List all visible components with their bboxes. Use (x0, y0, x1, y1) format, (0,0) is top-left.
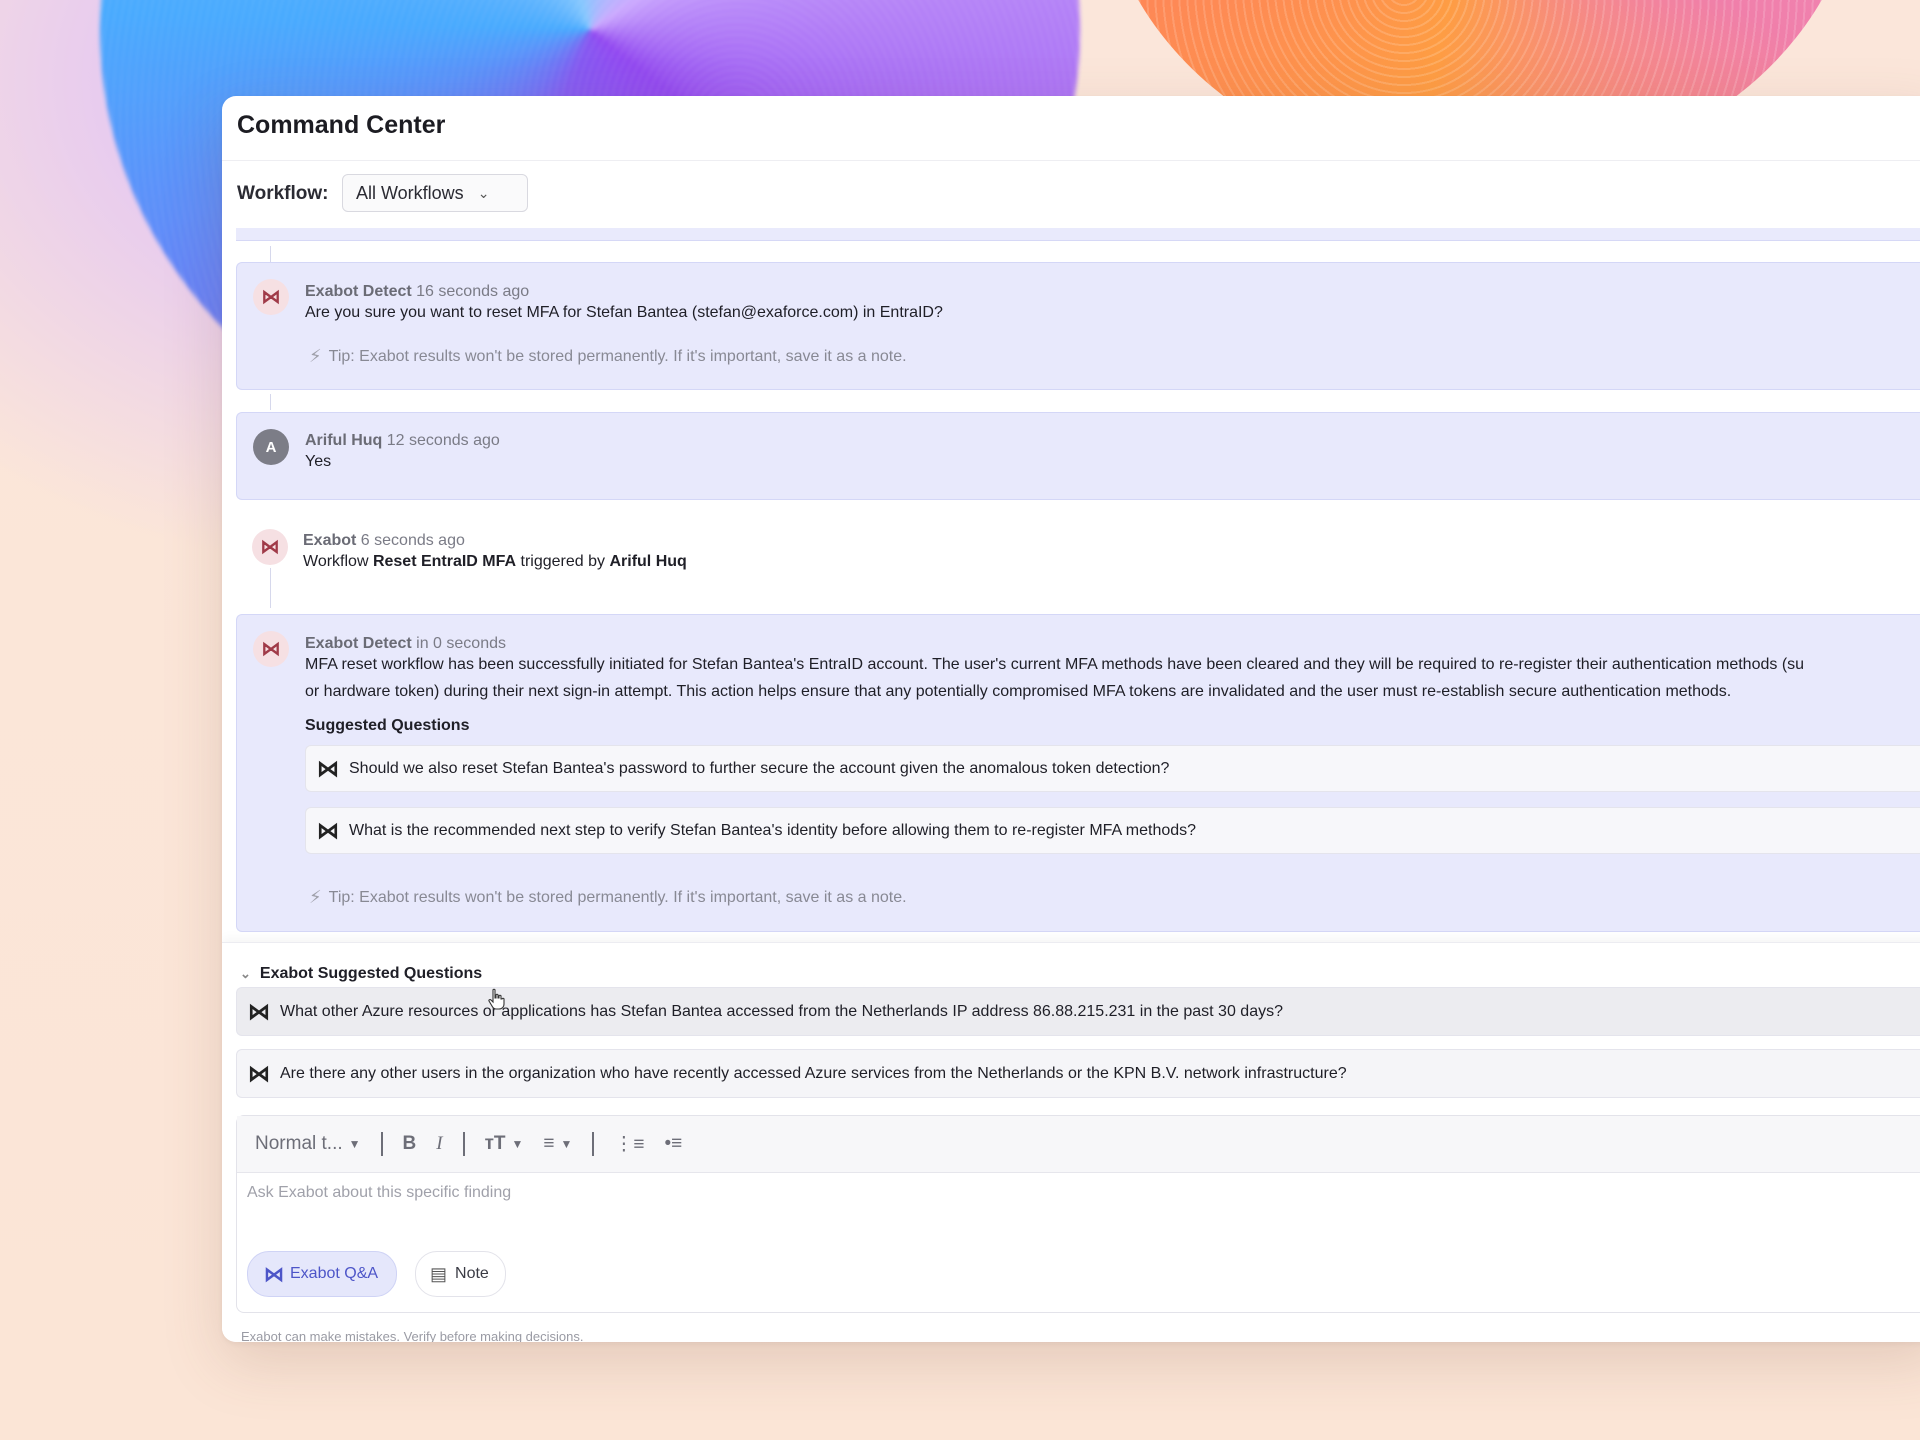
bullet-list-button[interactable]: •≡ (664, 1133, 682, 1155)
tip-text: Tip: Exabot results won't be stored perm… (328, 347, 907, 365)
disclaimer-text: Exabot can make mistakes. Verify before … (241, 1329, 584, 1342)
exabot-avatar-icon: ⋈ (252, 529, 288, 565)
italic-button[interactable]: I (436, 1133, 442, 1155)
exabot-bowtie-icon: ⋈ (317, 817, 339, 843)
toolbar-divider (462, 1132, 465, 1156)
suggested-questions-heading: Exabot Suggested Questions (259, 965, 483, 982)
suggested-question-text: Should we also reset Stefan Bantea's pas… (349, 759, 1170, 777)
exabot-avatar-icon: ⋈ (253, 631, 289, 667)
suggested-questions-title: Suggested Questions (305, 717, 470, 734)
exabot-bowtie-icon: ⋈ (248, 1060, 270, 1086)
toolbar-divider (380, 1132, 383, 1156)
exabot-avatar-icon: ⋈ (253, 279, 289, 315)
message-author: Exabot (303, 532, 357, 549)
message-time: 12 seconds ago (386, 432, 500, 449)
toolbar-divider (592, 1132, 595, 1156)
page-title: Command Center (237, 111, 446, 139)
previous-message-edge (236, 228, 1920, 241)
message-text: Yes (305, 453, 332, 470)
message-line-2: or hardware token) during their next sig… (305, 683, 1732, 700)
message-exabot-workflow: ⋈ Exabot 6 seconds ago Workflow Reset En… (236, 514, 1920, 594)
message-time: 6 seconds ago (360, 532, 465, 549)
message-text: Are you sure you want to reset MFA for S… (305, 304, 943, 321)
message-time: 16 seconds ago (416, 283, 530, 300)
text-style-value: Normal t... (255, 1133, 343, 1154)
exabot-bowtie-icon: ⋈ (317, 755, 339, 781)
message-time: in 0 seconds (416, 635, 506, 652)
suggestion-item[interactable]: ⋈ Are there any other users in the organ… (236, 1049, 1920, 1098)
text-size-button[interactable]: тT ▼ (485, 1133, 524, 1155)
caret-down-icon: ▼ (348, 1137, 361, 1151)
lightning-bolt-icon: ⚡︎ (309, 346, 322, 366)
message-author: Ariful Huq (305, 432, 383, 449)
align-button[interactable]: ≡ ▼ (543, 1133, 572, 1155)
message-exabot-detect-confirm: ⋈ Exabot Detect 16 seconds ago Are you s… (236, 262, 1920, 390)
message-user-reply: A Ariful Huq 12 seconds ago Yes (236, 412, 1920, 500)
exabot-bowtie-icon: ⋈ (248, 998, 270, 1024)
tip-text: Tip: Exabot results won't be stored perm… (328, 888, 907, 906)
workflow-label: Workflow: (237, 183, 329, 204)
note-button[interactable]: ▤ Note (415, 1251, 506, 1297)
workflow-name: Reset EntraID MFA (372, 553, 517, 570)
exabot-qa-label: Exabot Q&A (290, 1265, 379, 1282)
message-tip: ⚡︎ Tip: Exabot results won't be stored p… (309, 346, 907, 367)
bullet-list-icon: •≡ (664, 1133, 683, 1154)
lightning-bolt-icon: ⚡︎ (309, 887, 322, 907)
suggested-question-text: What is the recommended next step to ver… (349, 821, 1197, 839)
chevron-down-icon: ⌄ (240, 966, 251, 981)
text-prefix: Workflow (303, 553, 373, 570)
exabot-qa-button[interactable]: ⋈ Exabot Q&A (247, 1251, 398, 1297)
editor-toolbar: Normal t... ▼ B I тT ▼ ≡ ▼ ⋮≡ •≡ (237, 1116, 1920, 1173)
message-tip: ⚡︎ Tip: Exabot results won't be stored p… (309, 887, 907, 908)
bold-button[interactable]: B (403, 1133, 417, 1155)
caret-down-icon: ▼ (560, 1137, 573, 1151)
editor-input[interactable]: Ask Exabot about this specific finding (247, 1184, 511, 1202)
caret-down-icon: ▼ (511, 1137, 524, 1151)
text-style-select[interactable]: Normal t... ▼ (255, 1133, 361, 1155)
thread-line (270, 246, 271, 262)
suggested-question[interactable]: ⋈ What is the recommended next step to v… (305, 807, 1920, 854)
message-line-1: MFA reset workflow has been successfully… (305, 656, 1805, 673)
exabot-bowtie-icon: ⋈ (264, 1263, 284, 1286)
hand-cursor-icon (488, 988, 505, 1010)
trigger-user: Ariful Huq (609, 553, 687, 570)
message-text: MFA reset workflow has been successfully… (305, 651, 1804, 705)
thread-line (270, 394, 271, 410)
suggested-question[interactable]: ⋈ Should we also reset Stefan Bantea's p… (305, 745, 1920, 792)
align-left-icon: ≡ (543, 1133, 555, 1154)
message-text: Workflow Reset EntraID MFA triggered by … (303, 548, 687, 575)
document-icon: ▤ (430, 1263, 448, 1284)
ordered-list-button[interactable]: ⋮≡ (614, 1133, 644, 1156)
ordered-list-icon: ⋮≡ (614, 1133, 645, 1155)
message-meta: Ariful Huq 12 seconds ago (305, 432, 500, 450)
command-center-window: Command Center Workflow: All Workflows ⌄… (222, 96, 1920, 1342)
composer-panel: ⌄ Exabot Suggested Questions ⋈ What othe… (222, 942, 1920, 1342)
suggestion-text: What other Azure resources or applicatio… (280, 1002, 1283, 1020)
text-size-icon: тT (484, 1133, 506, 1154)
header-divider (222, 160, 1920, 161)
message-exabot-detect-result: ⋈ Exabot Detect in 0 seconds MFA reset w… (236, 614, 1920, 932)
workflow-select-value: All Workflows (356, 182, 464, 203)
chevron-down-icon: ⌄ (477, 184, 490, 201)
note-label: Note (455, 1265, 489, 1282)
message-author: Exabot Detect (305, 283, 412, 300)
suggested-questions-toggle[interactable]: ⌄ Exabot Suggested Questions (240, 965, 482, 983)
message-editor: Normal t... ▼ B I тT ▼ ≡ ▼ ⋮≡ •≡ Ask Exa… (236, 1115, 1920, 1313)
suggestion-text: Are there any other users in the organiz… (280, 1064, 1347, 1082)
workflow-select[interactable]: All Workflows ⌄ (342, 174, 528, 212)
user-avatar: A (253, 429, 289, 465)
text-middle: triggered by (516, 553, 610, 570)
message-author: Exabot Detect (305, 635, 412, 652)
